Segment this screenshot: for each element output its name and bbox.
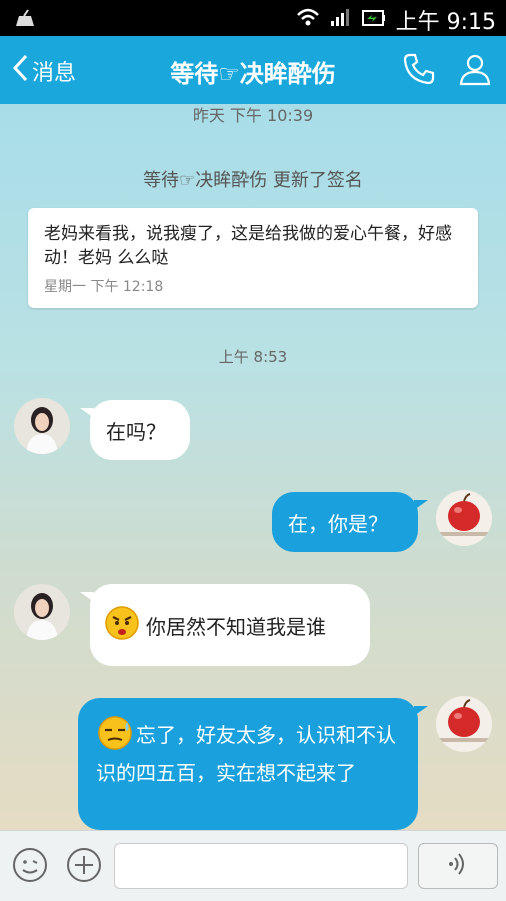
profile-button[interactable] xyxy=(458,52,492,90)
time-divider: 上午 8:53 xyxy=(218,348,288,366)
message-bubble-outgoing[interactable]: 在，你是？ xyxy=(272,492,428,552)
message-bubble-incoming[interactable]: 在吗？ xyxy=(80,400,190,460)
voice-button[interactable] xyxy=(418,843,498,889)
smiley-icon xyxy=(12,848,48,887)
system-message: 等待☞决眸酔伤 更新了签名 xyxy=(143,170,363,191)
status-time: 上午 9:15 xyxy=(395,10,496,35)
plus-icon xyxy=(66,848,102,887)
wifi-icon xyxy=(296,7,320,33)
message-text: 忘了，好友太多，认识和不认识的四五百，实在想不起来了 xyxy=(96,723,396,785)
battery-icon xyxy=(361,8,386,33)
signature-text: 老妈来看我，说我瘦了，这是给我做的爱心午餐，好感动！老妈 么么哒 xyxy=(44,224,452,268)
contact-avatar[interactable] xyxy=(14,398,70,454)
user-icon xyxy=(458,54,492,90)
add-more-button[interactable] xyxy=(66,847,102,883)
voice-wave-icon xyxy=(443,849,473,883)
back-button[interactable]: 消息 xyxy=(12,54,76,88)
message-bubble-outgoing[interactable]: 忘了，好友太多，认识和不认识的四五百，实在想不起来了 xyxy=(78,698,428,830)
signature-card[interactable]: 老妈来看我，说我瘦了，这是给我做的爱心午餐，好感动！老妈 么么哒 星期一 下午 … xyxy=(28,208,478,308)
chat-header: 消息 等待☞决眸酔伤 xyxy=(0,36,506,104)
message-bubble-incoming[interactable]: 你居然不知道我是谁 xyxy=(80,584,370,666)
message-text: 在吗？ xyxy=(106,420,166,444)
message-input[interactable] xyxy=(114,843,408,889)
chevron-left-icon xyxy=(12,54,28,88)
phone-call-button[interactable] xyxy=(402,52,436,90)
chat-messages-area[interactable]: 昨天 下午 10:39 等待☞决眸酔伤 更新了签名 老妈来看我，说我瘦了，这是给… xyxy=(0,104,506,830)
status-bar: 上午 9:15 xyxy=(0,0,506,36)
input-bar xyxy=(0,830,506,901)
timestamp: 昨天 下午 10:39 xyxy=(192,106,314,125)
message-text: 在，你是？ xyxy=(288,512,388,536)
android-icon xyxy=(14,8,36,32)
emoji-button[interactable] xyxy=(12,847,48,883)
contact-avatar[interactable] xyxy=(14,584,70,640)
message-text: 你居然不知道我是谁 xyxy=(146,614,326,639)
back-label: 消息 xyxy=(32,61,77,86)
sweat-face-icon xyxy=(96,714,134,759)
my-avatar[interactable] xyxy=(436,696,492,752)
signature-time: 星期一 下午 12:18 xyxy=(44,279,164,295)
angry-face-icon xyxy=(104,605,140,646)
signal-icon xyxy=(330,7,352,33)
phone-icon xyxy=(402,53,436,90)
my-avatar[interactable] xyxy=(436,490,492,546)
